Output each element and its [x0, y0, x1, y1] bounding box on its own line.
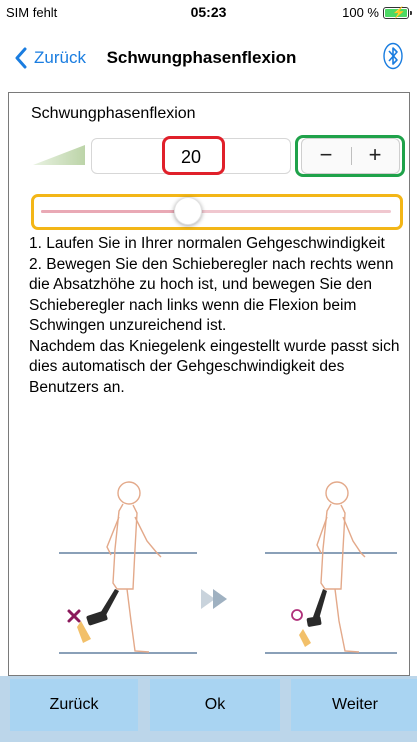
bluetooth-icon[interactable]	[383, 42, 403, 70]
value-highlight-frame	[162, 136, 225, 175]
wrong-x-icon	[67, 609, 81, 623]
navigation-bar: Zurück Schwungphasenflexion	[0, 28, 417, 88]
instructions: 1. Laufen Sie in Ihrer normalen Gehgesch…	[29, 234, 401, 398]
gait-illustration	[59, 481, 397, 654]
arrow-right-icon	[201, 589, 227, 609]
correct-circle-icon	[291, 609, 303, 621]
figure-after	[265, 481, 397, 654]
setting-label: Schwungphasenflexion	[31, 105, 196, 122]
figure-before	[59, 481, 197, 654]
page-title: Schwungphasenflexion	[106, 48, 297, 67]
settings-panel: Schwungphasenflexion 20 − + 1. Laufen Si…	[8, 92, 410, 676]
slider-thumb[interactable]	[174, 197, 202, 225]
slider-fill	[41, 210, 188, 213]
slider-track[interactable]	[41, 210, 391, 213]
battery-icon: ⚡	[383, 6, 412, 19]
battery-status: 100 % ⚡	[342, 5, 412, 20]
next-button[interactable]: Weiter	[291, 679, 417, 731]
bottom-toolbar: Zurück Ok Weiter	[0, 676, 417, 742]
battery-percent: 100 %	[342, 5, 379, 20]
wedge-level-icon	[33, 145, 85, 165]
back-button[interactable]: Zurück	[10, 679, 138, 731]
ok-button[interactable]: Ok	[150, 679, 280, 731]
status-bar: SIM fehlt 05:23 100 % ⚡	[0, 0, 417, 24]
instruction-note: Nachdem das Kniegelenk eingestellt wurde…	[29, 337, 400, 396]
instruction-step-1: 1. Laufen Sie in Ihrer normalen Gehgesch…	[29, 235, 385, 252]
instruction-step-2: 2. Bewegen Sie den Schieberegler nach re…	[29, 255, 394, 335]
stepper-highlight-frame	[295, 135, 405, 177]
